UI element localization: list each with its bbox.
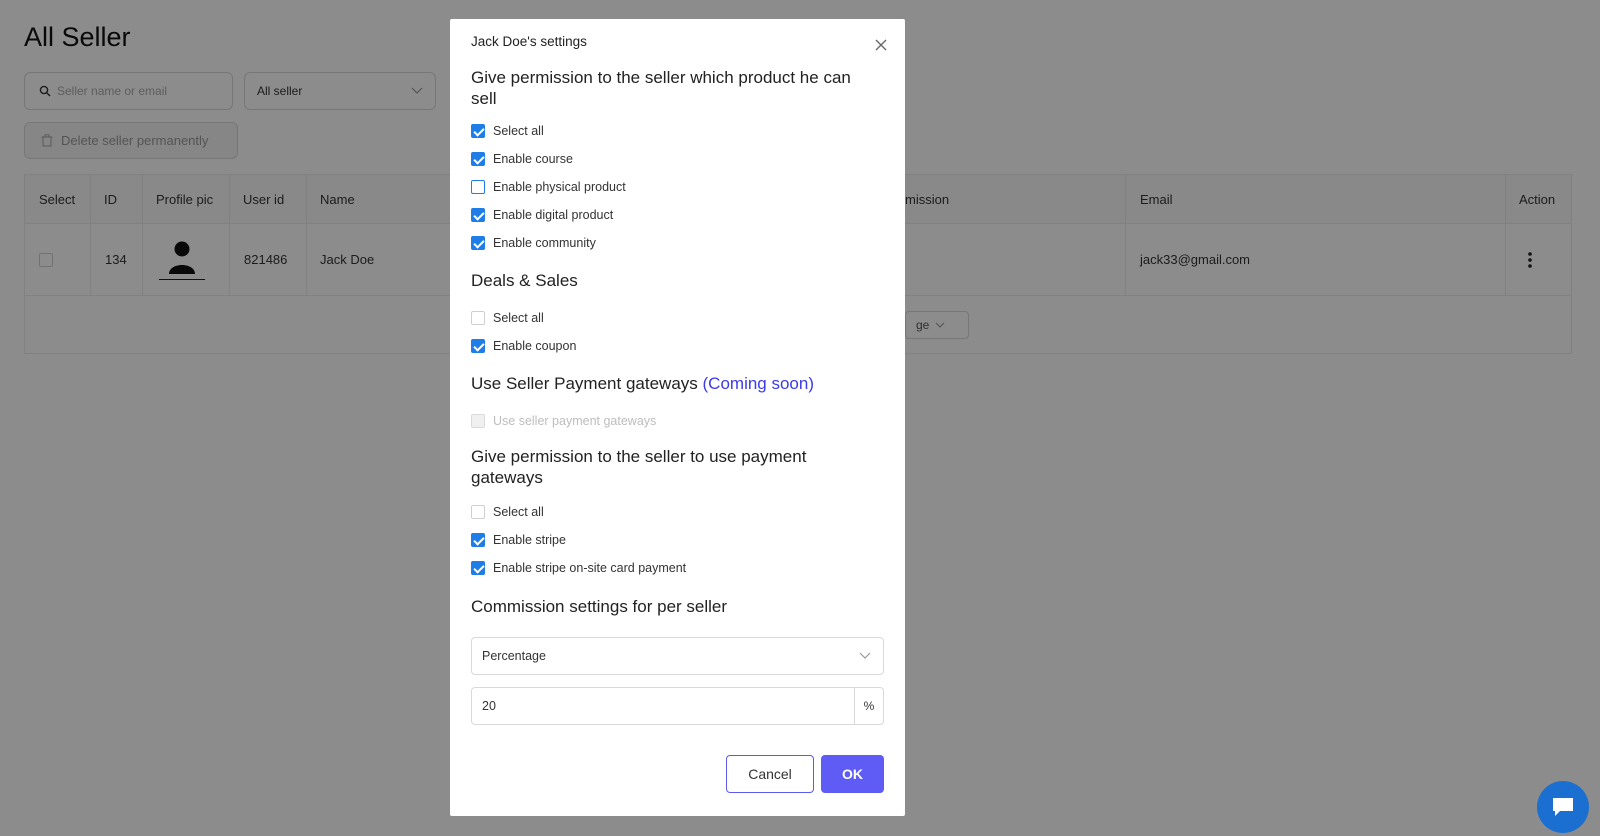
chevron-down-icon [859, 652, 871, 659]
checkbox[interactable] [471, 180, 485, 194]
option-label: Enable stripe on-site card payment [493, 561, 687, 575]
option-label: Enable course [493, 152, 573, 166]
chat-widget-button[interactable] [1537, 781, 1589, 833]
checkbox[interactable] [471, 505, 485, 519]
option-label: Select all [493, 505, 544, 519]
option-label: Enable community [493, 236, 596, 250]
checkbox[interactable] [471, 339, 485, 353]
deals-select-all-option[interactable]: Select all [471, 310, 544, 326]
seller-settings-modal: Jack Doe's settings Give permission to t… [450, 19, 905, 816]
commission-amount-input[interactable]: 20 % [471, 687, 884, 725]
option-label: Select all [493, 311, 544, 325]
option-label: Enable coupon [493, 339, 577, 353]
close-icon[interactable] [873, 37, 889, 53]
product-permission-title: Give permission to the seller which prod… [471, 68, 851, 108]
checkbox[interactable] [471, 208, 485, 222]
enable-course-option[interactable]: Enable course [471, 151, 573, 167]
use-seller-gateways-option: Use seller payment gateways [471, 413, 656, 429]
seller-gateways-title-text: Use Seller Payment gateways [471, 374, 698, 393]
checkbox[interactable] [471, 311, 485, 325]
chat-icon [1553, 798, 1573, 816]
coming-soon-badge: (Coming soon) [702, 374, 815, 393]
cancel-button[interactable]: Cancel [726, 755, 814, 793]
checkbox[interactable] [471, 533, 485, 547]
ok-button[interactable]: OK [821, 755, 884, 793]
enable-coupon-option[interactable]: Enable coupon [471, 338, 576, 354]
commission-type-select[interactable]: Percentage [471, 637, 884, 675]
percent-suffix: % [854, 688, 883, 724]
product-select-all-option[interactable]: Select all [471, 123, 544, 139]
option-label: Use seller payment gateways [493, 414, 657, 428]
option-label: Enable stripe [493, 533, 566, 547]
enable-digital-product-option[interactable]: Enable digital product [471, 207, 613, 223]
payment-select-all-option[interactable]: Select all [471, 504, 544, 520]
checkbox[interactable] [471, 561, 485, 575]
commission-type-value: Percentage [482, 649, 546, 663]
option-label: Select all [493, 124, 544, 138]
enable-physical-product-option[interactable]: Enable physical product [471, 179, 626, 195]
option-label: Enable physical product [493, 180, 626, 194]
enable-stripe-option[interactable]: Enable stripe [471, 532, 566, 548]
seller-gateways-title: Use Seller Payment gateways (Coming soon… [471, 373, 881, 394]
enable-community-option[interactable]: Enable community [471, 235, 596, 251]
checkbox[interactable] [471, 152, 485, 166]
option-label: Enable digital product [493, 208, 614, 222]
commission-title: Commission settings for per seller [471, 597, 728, 616]
checkbox [471, 414, 485, 428]
modal-title: Jack Doe's settings [471, 34, 587, 49]
deals-sales-title: Deals & Sales [471, 271, 578, 290]
commission-amount-value[interactable]: 20 [472, 688, 854, 724]
enable-stripe-card-option[interactable]: Enable stripe on-site card payment [471, 560, 686, 576]
payment-permission-title: Give permission to the seller to use pay… [471, 447, 807, 487]
checkbox[interactable] [471, 236, 485, 250]
checkbox[interactable] [471, 124, 485, 138]
